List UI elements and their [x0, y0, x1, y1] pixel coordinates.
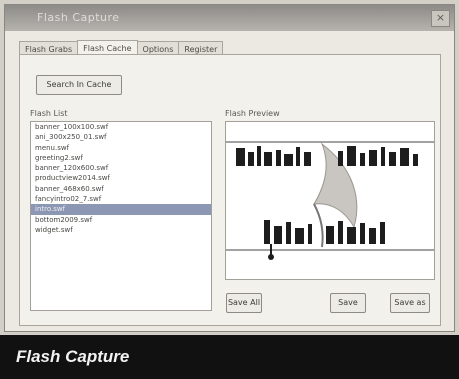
save-button[interactable]: Save [330, 293, 366, 313]
list-item[interactable]: banner_120x600.swf [31, 163, 211, 173]
caption-bar: Flash Capture [0, 335, 459, 379]
list-item[interactable]: bottom2009.swf [31, 215, 211, 225]
list-item-selected[interactable]: intro.swf [31, 204, 211, 215]
save-as-button[interactable]: Save as [390, 293, 430, 313]
list-item[interactable]: productview2014.swf [31, 173, 211, 183]
title-bar: Flash Capture × [5, 5, 454, 31]
flash-preview-label: Flash Preview [225, 109, 280, 118]
list-item[interactable]: widget.swf [31, 225, 211, 235]
flash-preview [225, 121, 435, 280]
flash-preview-graphic [226, 141, 434, 260]
list-item[interactable]: ani_300x250_01.swf [31, 132, 211, 142]
app-window: Flash Capture × Flash Grabs Flash Cache Op… [4, 4, 455, 332]
search-in-cache-button[interactable]: Search In Cache [36, 75, 122, 95]
flash-list[interactable]: banner_100x100.swf ani_300x250_01.swf me… [30, 121, 212, 311]
close-icon[interactable]: × [431, 10, 450, 27]
list-item[interactable]: greeting2.swf [31, 153, 211, 163]
save-all-button[interactable]: Save All [226, 293, 262, 313]
tab-strip: Flash Grabs Flash Cache Options Register [19, 37, 224, 57]
flash-list-label: Flash List [30, 109, 68, 118]
flash-cache-panel: Search In Cache Flash List banner_100x10… [19, 54, 441, 326]
list-item[interactable]: menu.swf [31, 143, 211, 153]
window-title: Flash Capture [37, 11, 120, 24]
screenshot-frame: Flash Capture × Flash Grabs Flash Cache Op… [0, 0, 459, 379]
list-item[interactable]: fancyintro02_7.swf [31, 194, 211, 204]
list-item[interactable]: banner_468x60.swf [31, 184, 211, 194]
caption-text: Flash Capture [16, 347, 130, 366]
list-item[interactable]: banner_100x100.swf [31, 122, 211, 132]
